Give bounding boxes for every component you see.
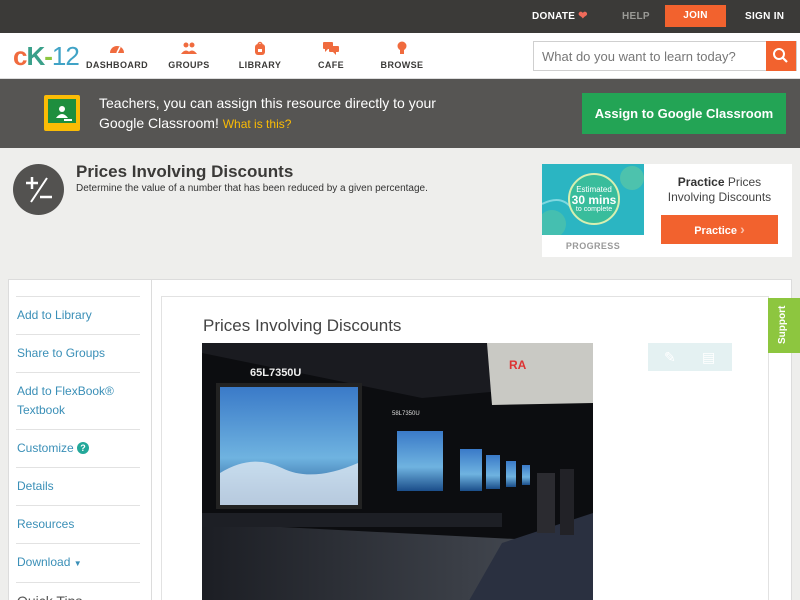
backpack-icon — [225, 41, 295, 55]
google-classroom-banner: Teachers, you can assign this resource d… — [0, 79, 800, 148]
chat-bubbles-icon — [296, 41, 366, 55]
help-link[interactable]: HELP — [622, 0, 650, 33]
search-input[interactable] — [534, 42, 768, 70]
progress-tile: Estimated 30 mins to complete — [542, 164, 644, 235]
search-box — [533, 41, 797, 71]
progress-label: PROGRESS — [565, 241, 621, 251]
sign-in-link[interactable]: SIGN IN — [745, 0, 784, 33]
add-to-library-link[interactable]: Add to Library — [16, 296, 140, 334]
chevron-right-icon: › — [740, 221, 745, 237]
nav-browse[interactable]: BROWSE — [367, 41, 437, 70]
customize-link[interactable]: Customize ? — [16, 429, 140, 467]
sidebar: Add to Library Share to Groups Add to Fl… — [9, 280, 152, 600]
content-area: Add to Library Share to Groups Add to Fl… — [8, 279, 792, 600]
heart-icon: ❤ — [578, 10, 588, 22]
notes-icon[interactable]: ▤ — [702, 349, 715, 366]
nav-cafe[interactable]: CAFE — [296, 41, 366, 70]
main-content: Prices Involving Discounts RA 65L7350U 5… — [161, 296, 769, 600]
ck12-logo[interactable]: cK-12 — [13, 42, 80, 70]
caret-down-icon: ▼ — [73, 559, 82, 568]
concept-title: Prices Involving Discounts — [76, 162, 294, 181]
pencil-icon[interactable]: ✎ — [664, 349, 676, 366]
people-icon — [154, 41, 224, 55]
google-classroom-icon — [44, 95, 80, 131]
speedometer-icon — [82, 41, 152, 55]
search-icon — [773, 48, 788, 63]
main-nav: cK-12 DASHBOARD GROUPS LIBRARY CAFE BROW… — [0, 33, 800, 79]
lesson-image: RA 65L7350U 58L7350U — [202, 343, 593, 600]
top-bar: DONATE ❤ HELP JOIN SIGN IN — [0, 0, 800, 33]
quick-tips-heading[interactable]: Quick Tips — [16, 582, 140, 600]
resources-link[interactable]: Resources — [16, 505, 140, 543]
donate-link[interactable]: DONATE ❤ — [532, 0, 588, 33]
lesson-title: Prices Involving Discounts — [203, 316, 402, 335]
details-link[interactable]: Details — [16, 467, 140, 505]
join-button[interactable]: JOIN — [665, 5, 726, 27]
lightbulb-icon — [367, 41, 437, 55]
concept-description: Determine the value of a number that has… — [76, 183, 428, 194]
nav-groups[interactable]: GROUPS — [154, 41, 224, 70]
share-to-groups-link[interactable]: Share to Groups — [16, 334, 140, 372]
download-link[interactable]: Download ▼ — [16, 543, 140, 582]
practice-title: Practice Prices Involving Discounts — [667, 175, 772, 204]
support-tab[interactable]: Support — [768, 298, 800, 353]
help-icon[interactable]: ? — [77, 442, 90, 454]
svg-text:65L7350U: 65L7350U — [250, 367, 301, 379]
practice-button[interactable]: Practice › — [661, 215, 778, 244]
google-banner-text: Teachers, you can assign this resource d… — [99, 95, 436, 131]
estimated-time-badge: Estimated 30 mins to complete — [568, 173, 620, 225]
practice-card: Estimated 30 mins to complete PROGRESS P… — [542, 164, 792, 257]
svg-text:58L7350U: 58L7350U — [392, 411, 420, 417]
add-to-flexbook-link[interactable]: Add to FlexBook® Textbook — [16, 372, 140, 429]
nav-dashboard[interactable]: DASHBOARD — [82, 41, 152, 70]
assign-google-classroom-button[interactable]: Assign to Google Classroom — [582, 93, 786, 134]
nav-library[interactable]: LIBRARY — [225, 41, 295, 70]
svg-text:RA: RA — [509, 358, 527, 372]
plus-minus-icon — [13, 164, 64, 215]
what-is-this-link[interactable]: What is this? — [223, 117, 292, 131]
tools-panel: ✎ ▤ — [648, 343, 732, 371]
search-button[interactable] — [766, 41, 796, 71]
